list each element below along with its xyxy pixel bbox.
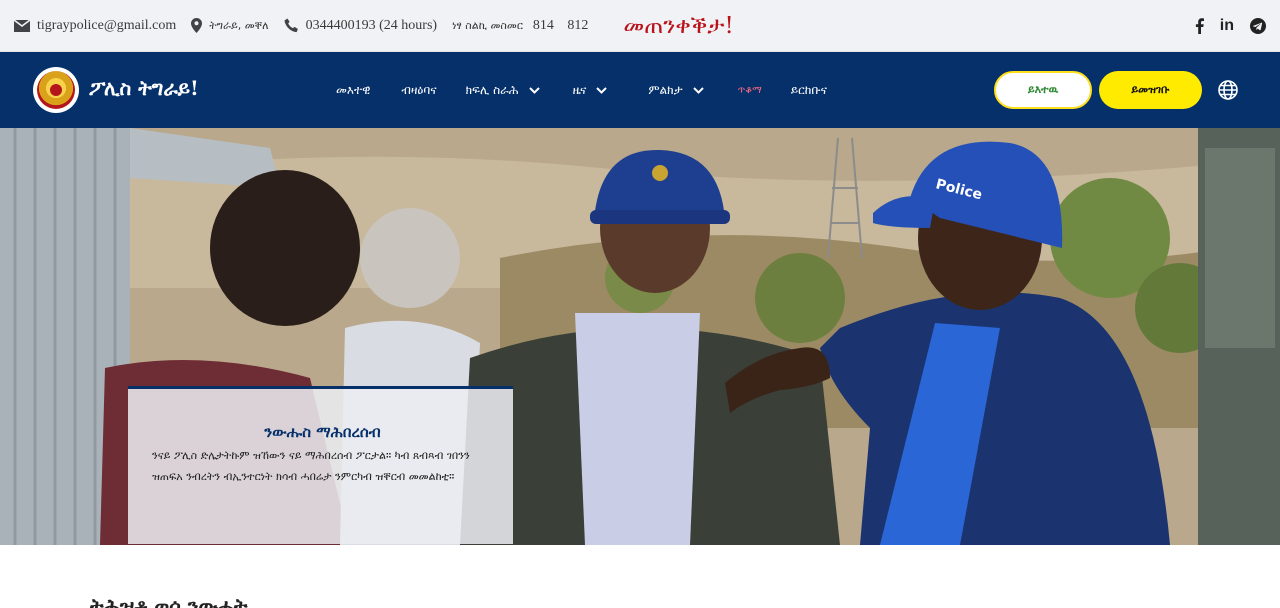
police-logo[interactable] [33,67,79,113]
toll-free-number[interactable]: 814 [533,18,554,33]
email-text: tigraypolice@gmail.com [37,17,177,33]
chevron-down-icon [596,83,608,97]
menu-announcements[interactable]: ምልክታ [648,82,704,98]
toll-free-number[interactable]: 812 [567,18,588,33]
chevron-down-icon [692,83,704,97]
login-button[interactable]: ይእተዉ [994,71,1092,109]
globe-icon[interactable] [1217,79,1239,101]
menu-label: ዜና [572,82,587,97]
linkedin-icon[interactable]: in [1220,17,1234,35]
phone-text: 0344400193 (24 hours) [305,17,438,33]
hero-caption-title: ንውሑስ ማሕበረሰብ [264,423,381,441]
menu-news[interactable]: ዜና [573,83,608,98]
menu-label: ክፍሊ ስራሕ [465,82,519,97]
contact-phone[interactable]: 0344400193 (24 hours) [284,18,437,34]
hero-caption-box: ንውሑስ ማሕበረሰብ ንናይ ፖሊስ ድሌታትኩም ዝኸውን ናይ ማሕበረሰ… [128,386,513,544]
contact-location: ትግራይ, መቐለ [191,18,269,33]
menu-about[interactable]: ብዛዕባና [401,83,436,98]
facebook-icon[interactable] [1195,18,1204,34]
menu-label: መእተዊ [336,82,371,97]
register-button[interactable]: ይመዝገቡ [1099,71,1202,109]
menu-tips[interactable]: ጥቆማ [738,85,762,96]
location-text: ትግራይ, መቐለ [209,18,269,32]
phone-icon [284,18,298,33]
menu-home[interactable]: መእተዊ [336,83,370,98]
logo-emblem [37,71,75,109]
menu-label: ጥቆማ [737,84,762,96]
social-links: in [1195,0,1266,52]
contact-email[interactable]: tigraypolice@gmail.com [14,18,176,34]
envelope-icon [14,19,30,32]
menu-departments[interactable]: ክፍሊ ስራሕ [466,83,540,98]
slogan-text: መጠንቀቕታ! [623,12,734,39]
top-info-bar: tigraypolice@gmail.com ትግራይ, መቐለ 0344400… [0,0,1280,52]
menu-label: ይርከቡና [790,82,827,97]
map-pin-icon [191,18,203,33]
menu-label: ምልክታ [648,82,683,97]
toll-free-label: ነፃ ስልኪ መስመር [452,18,523,32]
brand-name[interactable]: ፖሊስ ትግራይ! [89,76,199,100]
main-menu: መእተዊ ብዛዕባና ክፍሊ ስራሕ ዜና ምልክታ ጥቆማ ይርከቡና [336,52,827,128]
chevron-down-icon [528,83,540,97]
menu-contact[interactable]: ይርከቡና [791,83,827,98]
telegram-icon[interactable] [1250,18,1266,34]
hero-caption-text: ንናይ ፖሊስ ድሌታትኩም ዝኸውን ናይ ማሕበረሰብ ፖርታል። ካብ ጸ… [152,449,470,483]
section-heading: ትሕዝቶ ወሳ ንውሓት [90,594,248,608]
hero-banner: Police ንውሑስ ማሕበረሰብ ንናይ ፖሊስ ድሌታትኩም ዝኸውን ና… [0,128,1280,545]
menu-label: ብዛዕባና [401,82,437,97]
toll-free-line: ነፃ ስልኪ መስመር 814 812 [452,18,598,34]
